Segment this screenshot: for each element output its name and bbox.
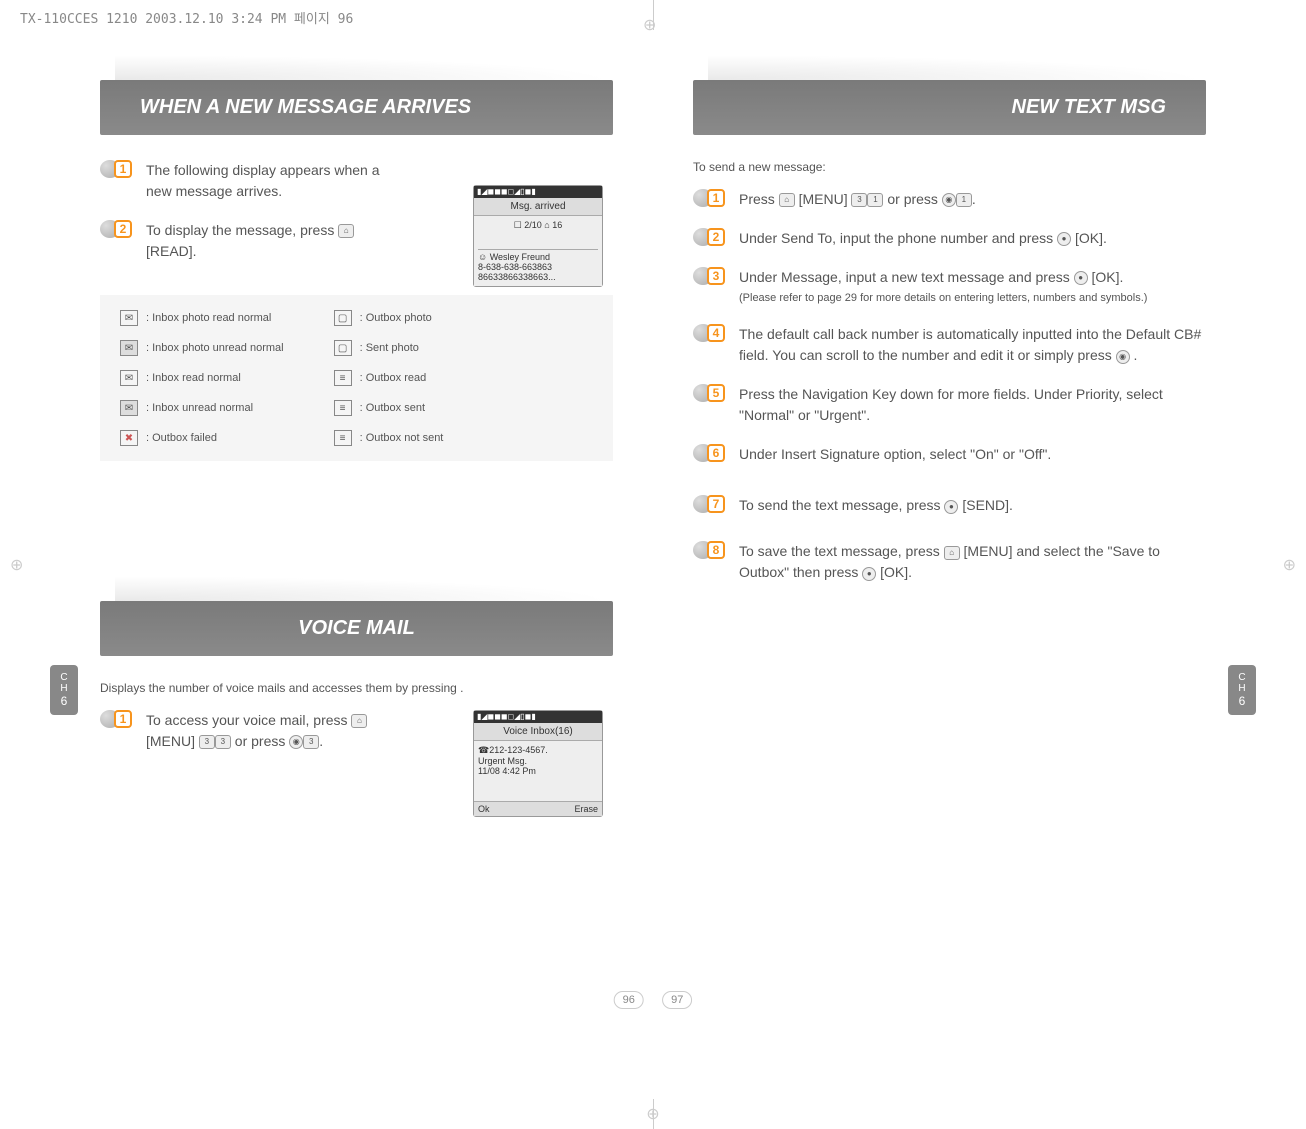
- step-3: 3 Under Message, input a new text messag…: [693, 267, 1206, 306]
- legend-row: ▢: Sent photo: [334, 340, 444, 356]
- key-3-icon: 3: [215, 735, 231, 749]
- phone-title: Voice Inbox(16): [474, 723, 602, 741]
- step-number: 2: [114, 220, 132, 238]
- step-2: 2 Under Send To, input the phone number …: [693, 228, 1206, 249]
- sent-photo-icon: ▢: [334, 340, 352, 356]
- outbox-failed-icon: ✖: [120, 430, 138, 446]
- key-3-icon: 3: [851, 193, 867, 207]
- nav-key-icon: ◉: [289, 735, 303, 749]
- step-8: 8 To save the text message, press ⌂ [MEN…: [693, 541, 1206, 583]
- step-number: 7: [707, 495, 725, 513]
- page-number-right: 97: [662, 991, 692, 1009]
- step-text: To save the text message, press ⌂ [MENU]…: [739, 541, 1206, 583]
- outbox-read-icon: ≡: [334, 370, 352, 386]
- step-text: The default call back number is automati…: [739, 324, 1206, 366]
- legend-row: ✉: Inbox read normal: [120, 370, 284, 386]
- nav-key-icon: ◉: [942, 193, 956, 207]
- inbox-read-icon: ✉: [120, 370, 138, 386]
- left-page: WHEN A NEW MESSAGE ARRIVES 1 The followi…: [0, 30, 653, 1129]
- legend-row: ≡: Outbox read: [334, 370, 444, 386]
- step-1: 1 The following display appears when a n…: [100, 160, 380, 202]
- step-text: Under Insert Signature option, select "O…: [739, 444, 1206, 465]
- ok-key-icon: ●: [1057, 232, 1071, 246]
- ok-key-icon: ●: [944, 500, 958, 514]
- legend-row: ✉: Inbox photo unread normal: [120, 340, 284, 356]
- step-text: Press the Navigation Key down for more f…: [739, 384, 1206, 426]
- softkey-icon: ⌂: [338, 224, 354, 238]
- inbox-photo-unread-icon: ✉: [120, 340, 138, 356]
- step-number: 8: [707, 541, 725, 559]
- legend-row: ✉: Inbox photo read normal: [120, 310, 284, 326]
- phone-body: ☐ 2/10 ⌂ 16 ☺ Wesley Freund 8-638-638-66…: [474, 216, 602, 286]
- key-1-icon: 1: [956, 193, 972, 207]
- softkey-icon: ⌂: [351, 714, 367, 728]
- step-text: To access your voice mail, press ⌂ [MENU…: [146, 710, 370, 752]
- outbox-sent-icon: ≡: [334, 400, 352, 416]
- chapter-tab: CH6: [1228, 665, 1256, 715]
- page-number-left: 96: [614, 991, 644, 1009]
- step-5: 5 Press the Navigation Key down for more…: [693, 384, 1206, 426]
- step-1: 1 Press ⌂ [MENU] 31 or press ◉1.: [693, 189, 1206, 210]
- phone-body: ☎212-123-4567. Urgent Msg. 11/08 4:42 Pm: [474, 741, 602, 801]
- step-number: 4: [707, 324, 725, 342]
- chapter-tab: CH6: [50, 665, 78, 715]
- ok-key-icon: ●: [862, 567, 876, 581]
- phone-screenshot-msg-arrived: ▮◢◼◼◼◻◢▯◼▮ Msg. arrived ☐ 2/10 ⌂ 16 ☺ We…: [473, 185, 603, 287]
- inbox-photo-read-icon: ✉: [120, 310, 138, 326]
- step-text: The following display appears when a new…: [146, 160, 380, 202]
- step-text: Under Message, input a new text message …: [739, 267, 1206, 306]
- phone-statusbar: ▮◢◼◼◼◻◢▯◼▮: [474, 711, 602, 723]
- step-number: 6: [707, 444, 725, 462]
- step-text: Press ⌂ [MENU] 31 or press ◉1.: [739, 189, 1206, 210]
- step-2: 2 To display the message, press ⌂ [READ]…: [100, 220, 380, 262]
- section-header-new-message: WHEN A NEW MESSAGE ARRIVES: [100, 80, 613, 135]
- softkey-icon: ⌂: [944, 546, 960, 560]
- legend-row: ▢: Outbox photo: [334, 310, 444, 326]
- inbox-unread-icon: ✉: [120, 400, 138, 416]
- step-note: (Please refer to page 29 for more detail…: [739, 291, 1206, 306]
- step-text: Under Send To, input the phone number an…: [739, 228, 1206, 249]
- legend-row: ✉: Inbox unread normal: [120, 400, 284, 416]
- legend-row: ≡: Outbox not sent: [334, 430, 444, 446]
- legend-row: ≡: Outbox sent: [334, 400, 444, 416]
- step-text: To send the text message, press ● [SEND]…: [739, 495, 1206, 516]
- voicemail-intro: Displays the number of voice mails and a…: [100, 681, 613, 695]
- new-text-intro: To send a new message:: [693, 160, 1206, 174]
- outbox-not-sent-icon: ≡: [334, 430, 352, 446]
- key-1-icon: 1: [867, 193, 883, 207]
- voicemail-step-1: 1 To access your voice mail, press ⌂ [ME…: [100, 710, 370, 752]
- phone-title: Msg. arrived: [474, 198, 602, 216]
- softkey-icon: ⌂: [779, 193, 795, 207]
- step-number: 5: [707, 384, 725, 402]
- step-7: 7 To send the text message, press ● [SEN…: [693, 495, 1206, 516]
- step-6: 6 Under Insert Signature option, select …: [693, 444, 1206, 465]
- step-number: 1: [707, 189, 725, 207]
- step-number: 2: [707, 228, 725, 246]
- phone-screenshot-voicemail: ▮◢◼◼◼◻◢▯◼▮ Voice Inbox(16) ☎212-123-4567…: [473, 710, 603, 817]
- outbox-photo-icon: ▢: [334, 310, 352, 326]
- key-3-icon: 3: [303, 735, 319, 749]
- step-number: 1: [114, 160, 132, 178]
- section-header-new-text: NEW TEXT MSG: [693, 80, 1206, 135]
- phone-footer: OkErase: [474, 801, 602, 816]
- key-3-icon: 3: [199, 735, 215, 749]
- step-number: 1: [114, 710, 132, 728]
- right-page: NEW TEXT MSG To send a new message: 1 Pr…: [653, 30, 1306, 1129]
- step-4: 4 The default call back number is automa…: [693, 324, 1206, 366]
- phone-statusbar: ▮◢◼◼◼◻◢▯◼▮: [474, 186, 602, 198]
- section-header-voicemail: VOICE MAIL: [100, 601, 613, 656]
- legend-row: ✖: Outbox failed: [120, 430, 284, 446]
- page-spread: WHEN A NEW MESSAGE ARRIVES 1 The followi…: [0, 0, 1306, 1129]
- ok-key-icon: ●: [1074, 271, 1088, 285]
- step-number: 3: [707, 267, 725, 285]
- step-text: To display the message, press ⌂ [READ].: [146, 220, 380, 262]
- icon-legend: ✉: Inbox photo read normal ✉: Inbox phot…: [100, 295, 613, 461]
- file-header: TX-110CCES 1210 2003.12.10 3:24 PM 페이지 9…: [20, 8, 353, 27]
- nav-key-icon: ◉: [1116, 350, 1130, 364]
